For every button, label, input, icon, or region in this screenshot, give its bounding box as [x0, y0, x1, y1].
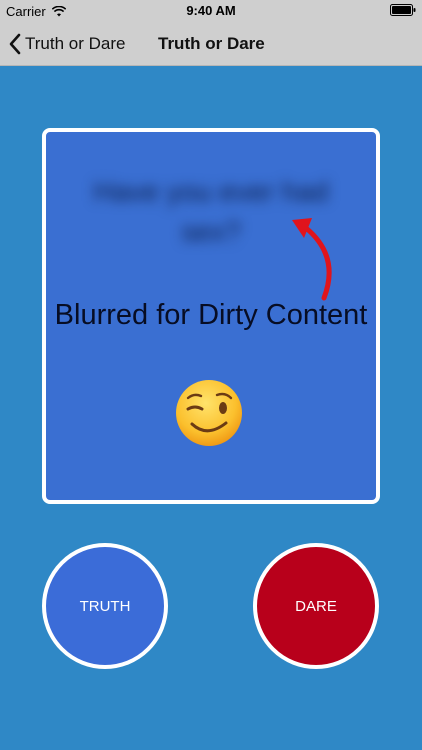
back-button[interactable]: Truth or Dare [8, 22, 125, 66]
question-card: Have you ever had sex? Blurred for Dirty… [42, 128, 380, 504]
truth-button[interactable]: TRUTH [42, 543, 168, 669]
status-right [390, 4, 416, 19]
back-button-label: Truth or Dare [25, 34, 126, 53]
dare-button[interactable]: DARE [253, 543, 379, 669]
truth-button-label: TRUTH [79, 597, 131, 615]
winking-face-icon [176, 380, 242, 446]
battery-icon [390, 4, 416, 16]
blur-caption: Blurred for Dirty Content [54, 299, 368, 331]
status-bar: Carrier 9:40 AM [0, 0, 422, 22]
nav-bar: Truth or Dare Truth or Dare [0, 22, 422, 66]
red-arrow-icon [292, 218, 332, 301]
status-time: 9:40 AM [186, 3, 236, 18]
page-title: Truth or Dare [158, 34, 265, 53]
chevron-left-icon [9, 33, 21, 55]
dare-button-label: DARE [295, 597, 337, 615]
